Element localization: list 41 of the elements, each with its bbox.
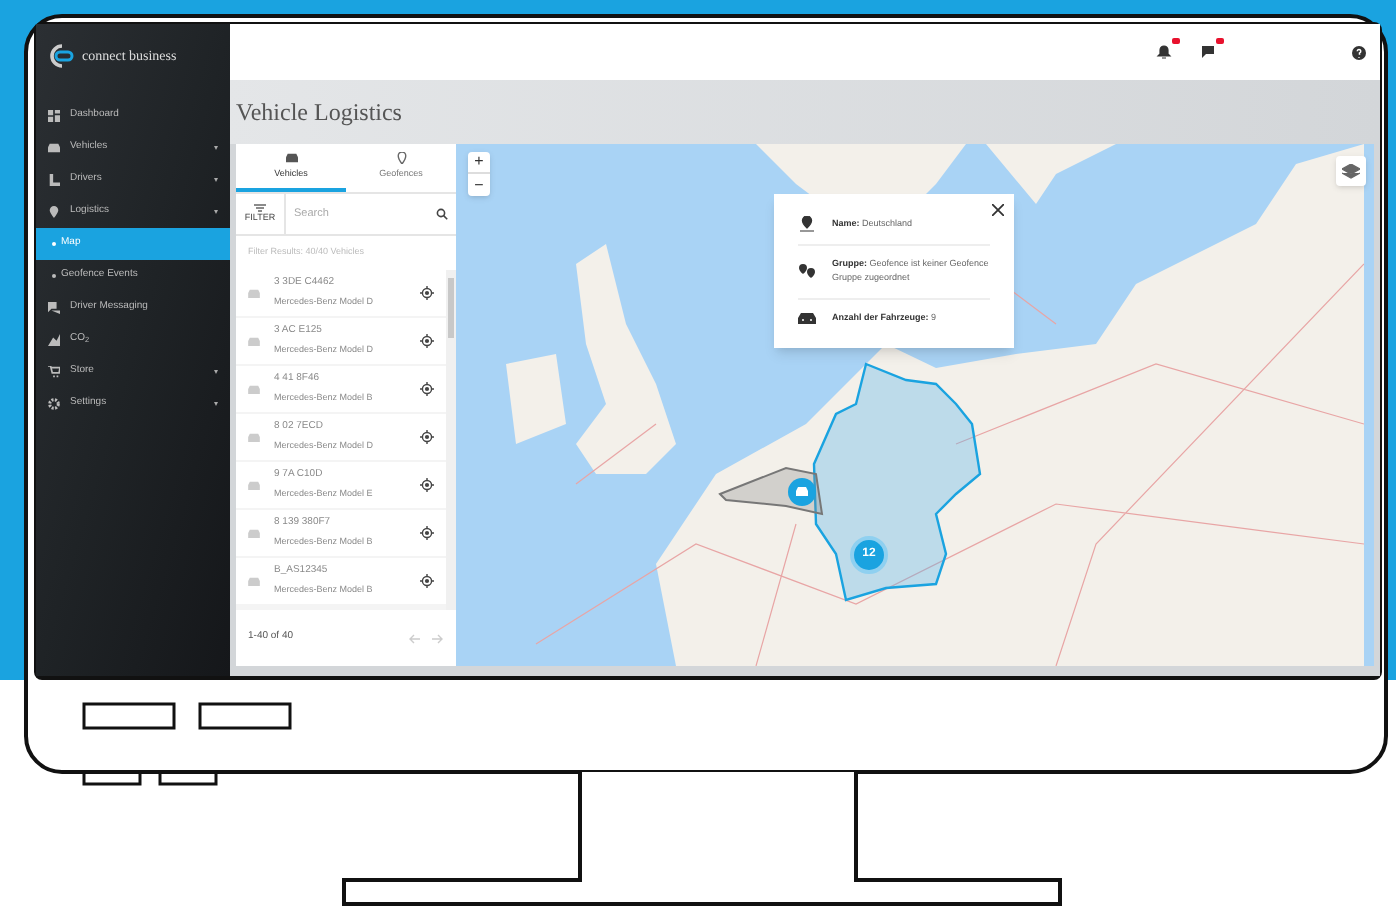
zoom-in-button[interactable]: + bbox=[468, 152, 490, 174]
car-icon bbox=[798, 311, 816, 325]
messages-button[interactable] bbox=[1200, 40, 1224, 64]
locate-icon[interactable] bbox=[420, 429, 434, 444]
pins-icon bbox=[798, 263, 816, 280]
car-icon bbox=[248, 575, 260, 586]
chat-icon bbox=[1200, 44, 1216, 60]
locate-icon[interactable] bbox=[420, 381, 434, 396]
help-button[interactable] bbox=[1352, 44, 1368, 60]
bell-icon bbox=[1156, 44, 1172, 60]
locate-icon[interactable] bbox=[420, 477, 434, 492]
car-icon bbox=[248, 527, 260, 538]
notification-button[interactable] bbox=[1156, 40, 1180, 64]
layers-icon bbox=[1342, 163, 1360, 179]
car-marker-icon[interactable] bbox=[788, 478, 816, 506]
logo-icon bbox=[48, 44, 76, 68]
cart-icon bbox=[48, 366, 60, 378]
pin-icon bbox=[48, 206, 60, 218]
search-icon bbox=[436, 208, 448, 220]
car-icon bbox=[248, 383, 260, 394]
scrollbar[interactable] bbox=[446, 269, 456, 610]
pin-icon bbox=[800, 216, 814, 232]
chat-icon bbox=[48, 302, 60, 314]
car-icon bbox=[48, 142, 60, 154]
filter-icon bbox=[254, 203, 266, 212]
dashboard-icon bbox=[48, 110, 60, 122]
locate-icon[interactable] bbox=[420, 573, 434, 588]
locate-icon[interactable] bbox=[420, 525, 434, 540]
car-icon bbox=[248, 479, 260, 490]
locate-icon[interactable] bbox=[420, 333, 434, 348]
locate-icon[interactable] bbox=[420, 285, 434, 300]
pin-icon bbox=[395, 151, 407, 164]
close-icon[interactable] bbox=[992, 204, 1004, 216]
zoom-out-button[interactable]: − bbox=[468, 174, 490, 196]
layers-button[interactable] bbox=[1336, 156, 1366, 186]
page-title: Vehicle Logistics bbox=[236, 96, 402, 130]
car-icon bbox=[248, 335, 260, 346]
car-icon bbox=[248, 287, 260, 298]
car-icon bbox=[248, 431, 260, 442]
help-icon bbox=[1352, 45, 1366, 59]
car-icon bbox=[285, 151, 297, 164]
